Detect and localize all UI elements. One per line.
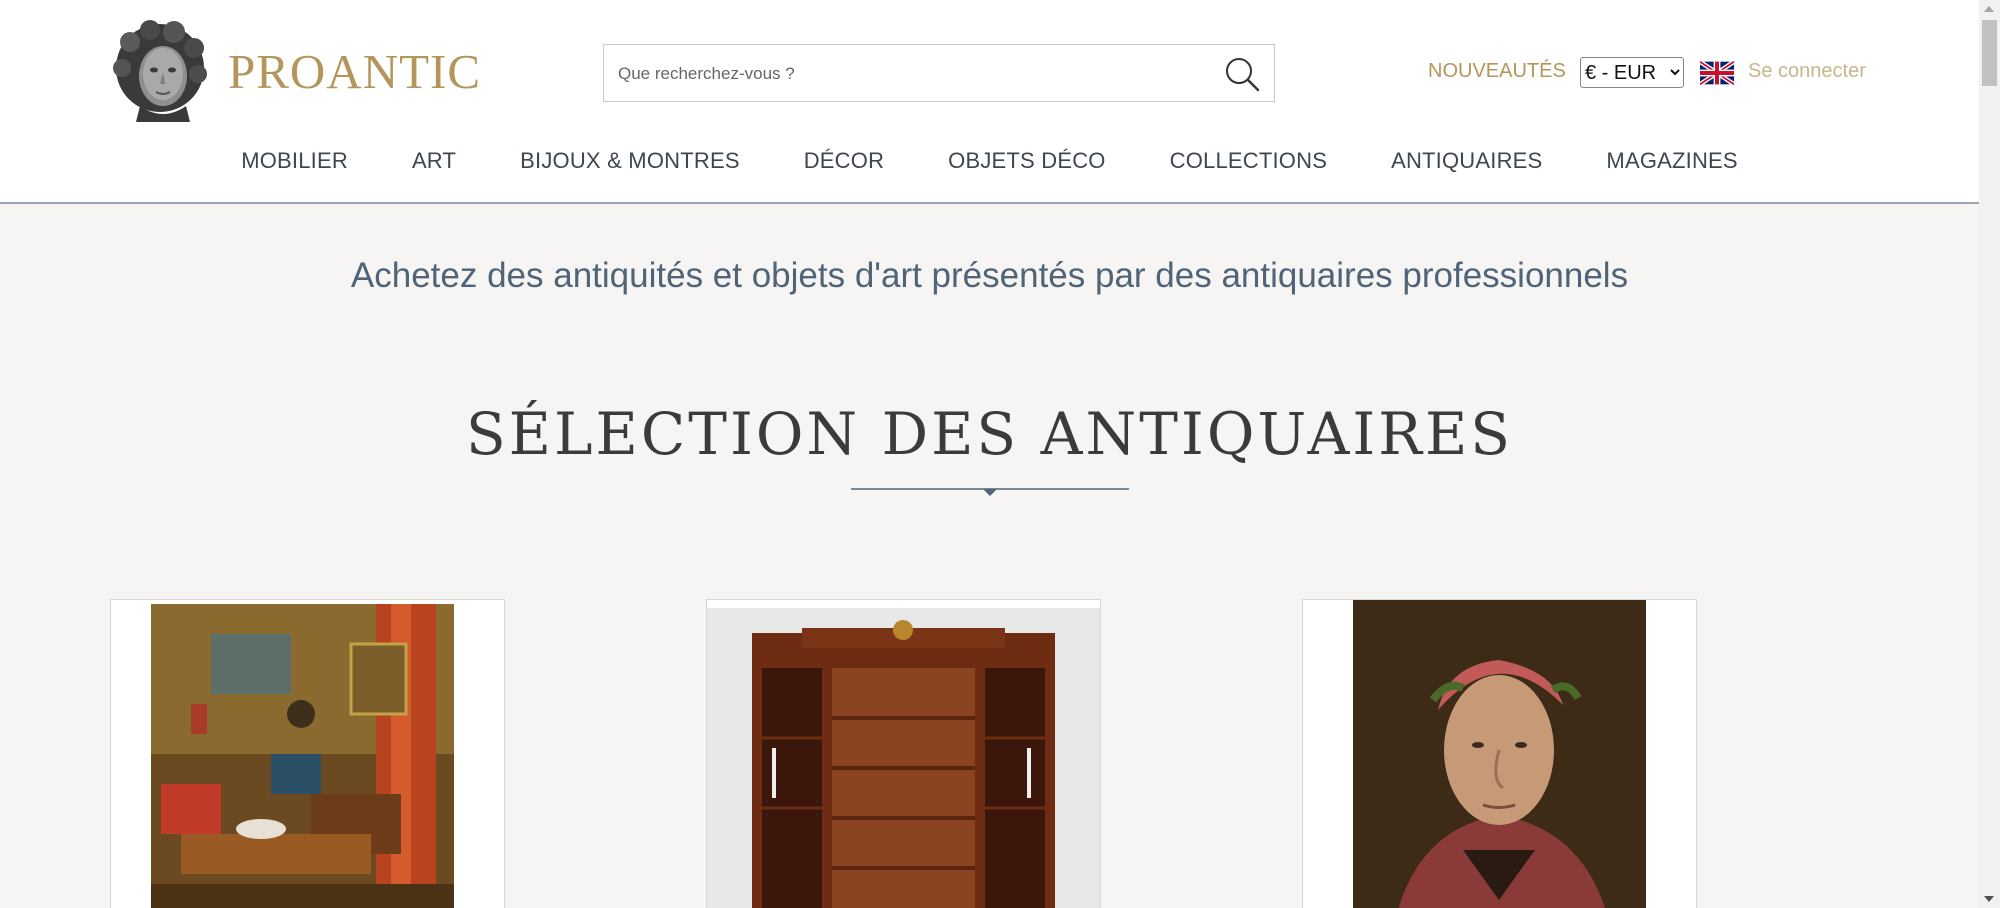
scroll-up-arrow-icon[interactable]	[1984, 6, 1994, 12]
nav-item-magazines[interactable]: MAGAZINES	[1606, 148, 1737, 174]
search-box	[603, 44, 1275, 102]
site-header: PROANTIC NOUVEAUTÉS € - EUR Se connecter…	[0, 0, 1979, 204]
painting-interior-image	[151, 604, 454, 908]
section-title: SÉLECTION DES ANTIQUAIRES	[465, 400, 1514, 468]
nav-item-mobilier[interactable]: MOBILIER	[241, 148, 348, 174]
bust-icon	[113, 20, 207, 122]
scroll-down-arrow-icon[interactable]	[1984, 896, 1994, 902]
currency-select[interactable]: € - EUR	[1580, 57, 1684, 88]
new-arrivals-link[interactable]: NOUVEAUTÉS	[1428, 60, 1566, 83]
search-icon[interactable]	[1222, 54, 1262, 94]
logo[interactable]: PROANTIC	[110, 20, 481, 122]
nav-item-antiquaires[interactable]: ANTIQUAIRES	[1391, 148, 1542, 174]
scrollbar-thumb[interactable]	[1982, 20, 1997, 86]
brand-name: PROANTIC	[228, 43, 482, 99]
search-input[interactable]	[616, 55, 1200, 93]
login-link[interactable]: Se connecter	[1748, 60, 1866, 83]
nav-item-collections[interactable]: COLLECTIONS	[1170, 148, 1327, 174]
portrait-dante-image	[1353, 600, 1646, 908]
product-card[interactable]	[1302, 599, 1697, 908]
nav-item-objets-deco[interactable]: OBJETS DÉCO	[948, 148, 1105, 174]
nav-item-art[interactable]: ART	[412, 148, 456, 174]
nav-item-bijoux-montres[interactable]: BIJOUX & MONTRES	[520, 148, 740, 174]
vertical-scrollbar[interactable]	[1979, 0, 2000, 908]
title-divider	[851, 488, 1129, 496]
main-nav: MOBILIER ART BIJOUX & MONTRES DÉCOR OBJE…	[0, 148, 1979, 174]
page: PROANTIC NOUVEAUTÉS € - EUR Se connecter…	[0, 0, 1979, 908]
tagline: Achetez des antiquités et objets d'art p…	[350, 256, 1629, 295]
uk-flag-icon[interactable]	[1700, 61, 1734, 85]
product-card[interactable]	[706, 599, 1101, 908]
product-card[interactable]	[110, 599, 505, 908]
mahogany-bookcase-image	[707, 608, 1100, 908]
nav-item-decor[interactable]: DÉCOR	[804, 148, 884, 174]
